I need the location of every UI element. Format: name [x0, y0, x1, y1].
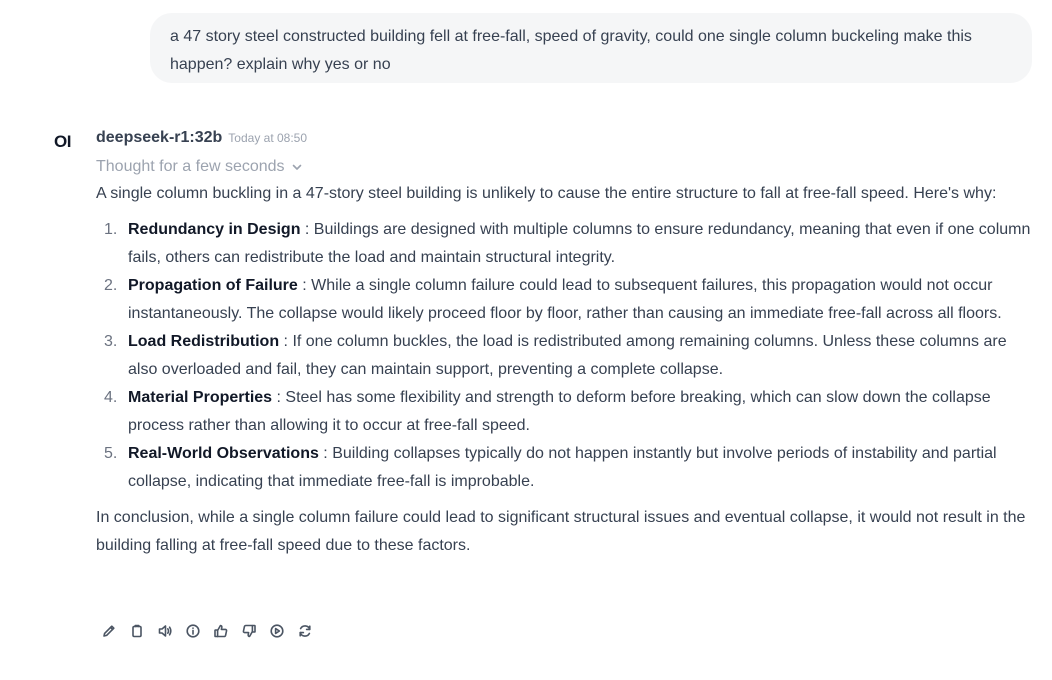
user-message-bubble: a 47 story steel constructed building fe… — [150, 13, 1032, 83]
model-avatar: OI — [54, 132, 71, 151]
list-item: 4. Material Properties : Steel has some f… — [96, 384, 1036, 440]
response-list: 1. Redundancy in Design : Buildings are d… — [96, 216, 1036, 496]
list-item-title: Propagation of Failure — [128, 277, 298, 294]
list-number: 4. — [104, 389, 118, 406]
message-timestamp: Today at 08:50 — [228, 131, 308, 145]
regenerate-icon[interactable] — [295, 621, 315, 641]
thought-toggle[interactable]: Thought for a few seconds — [96, 155, 303, 179]
thumbs-up-icon[interactable] — [211, 621, 231, 641]
thought-label: Thought for a few seconds — [96, 158, 285, 175]
message-actions — [99, 621, 315, 641]
user-message-text: a 47 story steel constructed building fe… — [170, 28, 972, 73]
response-conclusion: In conclusion, while a single column fai… — [96, 509, 1026, 554]
chevron-down-icon — [291, 161, 303, 173]
list-number: 2. — [104, 277, 118, 294]
list-item-title: Real-World Observations — [128, 445, 319, 462]
list-number: 1. — [104, 221, 118, 238]
list-item-title: Material Properties — [128, 389, 273, 406]
continue-icon[interactable] — [267, 621, 287, 641]
list-number: 5. — [104, 445, 118, 462]
thumbs-down-icon[interactable] — [239, 621, 259, 641]
copy-icon[interactable] — [127, 621, 147, 641]
list-item-title: Redundancy in Design — [128, 221, 301, 238]
list-item-title: Load Redistribution — [128, 333, 280, 350]
message-header: deepseek-r1:32b Today at 08:50 — [96, 129, 307, 153]
list-item: 3. Load Redistribution : If one column bu… — [96, 328, 1036, 384]
response-intro: A single column buckling in a 47-story s… — [96, 185, 997, 202]
info-icon[interactable] — [183, 621, 203, 641]
assistant-response: A single column buckling in a 47-story s… — [96, 180, 1036, 560]
list-item: 5. Real-World Observations : Building col… — [96, 440, 1036, 496]
list-item: 2. Propagation of Failure : While a singl… — [96, 272, 1036, 328]
edit-icon[interactable] — [99, 621, 119, 641]
list-item: 1. Redundancy in Design : Buildings are d… — [96, 216, 1036, 272]
model-name: deepseek-r1:32b — [96, 129, 223, 146]
list-number: 3. — [104, 333, 118, 350]
read-aloud-icon[interactable] — [155, 621, 175, 641]
